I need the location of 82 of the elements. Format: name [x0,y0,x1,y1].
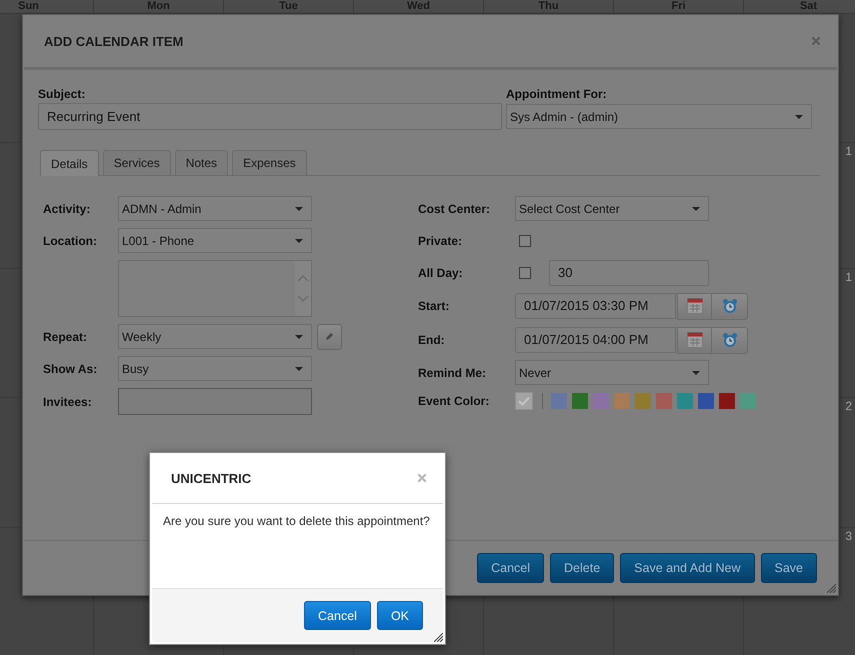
dropdown[interactable]: Select Cost Center [515,196,709,221]
field-label: All Day: [418,266,463,280]
delete-button[interactable]: Delete [550,553,614,583]
field-label: Activity: [43,202,90,216]
dialog-title: UNICENTRIC [171,470,252,486]
date-number: 2 [845,399,852,413]
subject-field[interactable]: Recurring Event [38,103,502,130]
caret-icon [295,206,303,210]
caret-icon [295,238,303,242]
calendar-icon [686,332,702,348]
checkbox[interactable] [519,266,531,278]
swatch-icon[interactable] [677,393,693,409]
ok-button[interactable]: OK [376,601,423,630]
swatch-icon[interactable] [656,393,672,409]
field-label: Appointment For: [506,87,608,102]
field-label: Event Color: [418,394,490,408]
cancel-button[interactable]: Cancel [304,601,371,630]
swatch-icon[interactable] [551,393,567,409]
date-time-field[interactable]: 01/07/2015 04:00 PM [515,326,676,352]
swatch-icon[interactable] [593,393,609,409]
text-area[interactable] [118,260,312,317]
alarm-clock-icon [722,332,738,348]
calendar-icon [686,298,702,314]
swatch-icon[interactable] [740,393,756,409]
field-label: Start: [418,298,450,312]
check-icon [518,396,530,406]
edit-button[interactable] [317,324,342,350]
caret-icon [692,370,700,374]
alarm-clock-icon [722,298,738,314]
dialog-message: Are you sure you want to delete this appointment? [162,513,431,528]
caret-icon [295,366,303,370]
tab[interactable]: Services [102,150,171,175]
date-number: 1 [845,144,852,158]
swatch-icon[interactable] [516,393,532,409]
date-number: 1 [845,270,852,284]
dropdown[interactable]: ADMN - Admin [118,196,312,221]
chevron-down-icon[interactable] [297,295,309,302]
dropdown[interactable]: L001 - Phone [118,228,312,253]
invitees-field[interactable] [118,388,312,415]
tab[interactable]: Notes [174,150,228,175]
dropdown[interactable]: Busy [118,356,312,381]
date-number: 3 [845,529,852,543]
save-and-add-new-button[interactable]: Save and Add New [620,553,754,583]
cancel-button[interactable]: Cancel [477,553,544,583]
field-label: Repeat: [43,330,88,344]
dropdown[interactable]: Never [515,360,709,385]
swatch-icon[interactable] [698,393,714,409]
field-label: Subject: [38,87,86,102]
alarm-button[interactable] [712,292,748,320]
field-label: Invitees: [43,394,92,408]
caret-icon [692,206,700,210]
calendar-button[interactable] [677,326,712,354]
swatch-icon[interactable] [572,393,588,409]
caret-icon [795,114,803,118]
swatch-icon[interactable] [635,393,651,409]
field-label: Remind Me: [418,366,486,380]
caret-icon [295,334,303,338]
scrollbar[interactable] [295,261,311,316]
tab[interactable]: Details [40,150,99,176]
duration-field[interactable]: 30 [549,260,709,286]
alarm-button[interactable] [712,326,748,354]
field-label: Show As: [43,362,98,376]
pencil-icon [325,332,334,341]
swatch-icon[interactable] [719,393,735,409]
field-label: Cost Center: [418,202,490,216]
resize-grip-icon[interactable] [434,633,443,642]
calendar-button[interactable] [677,292,712,320]
date-time-field[interactable]: 01/07/2015 03:30 PM [515,292,676,318]
swatch-icon[interactable] [614,393,630,409]
field-label: Location: [43,234,97,248]
field-label: End: [418,332,445,346]
chevron-up-icon[interactable] [297,275,309,282]
close-icon[interactable] [418,474,426,482]
dropdown[interactable]: Sys Admin - (admin) [506,104,812,129]
checkbox[interactable] [519,234,531,246]
save-button[interactable]: Save [760,553,817,583]
dialog-title: ADD CALENDAR ITEM [44,34,184,48]
close-icon[interactable] [812,37,820,45]
field-label: Private: [418,234,462,248]
dropdown[interactable]: Weekly [118,324,312,349]
tab[interactable]: Expenses [232,150,307,175]
resize-grip-icon[interactable] [827,584,836,593]
